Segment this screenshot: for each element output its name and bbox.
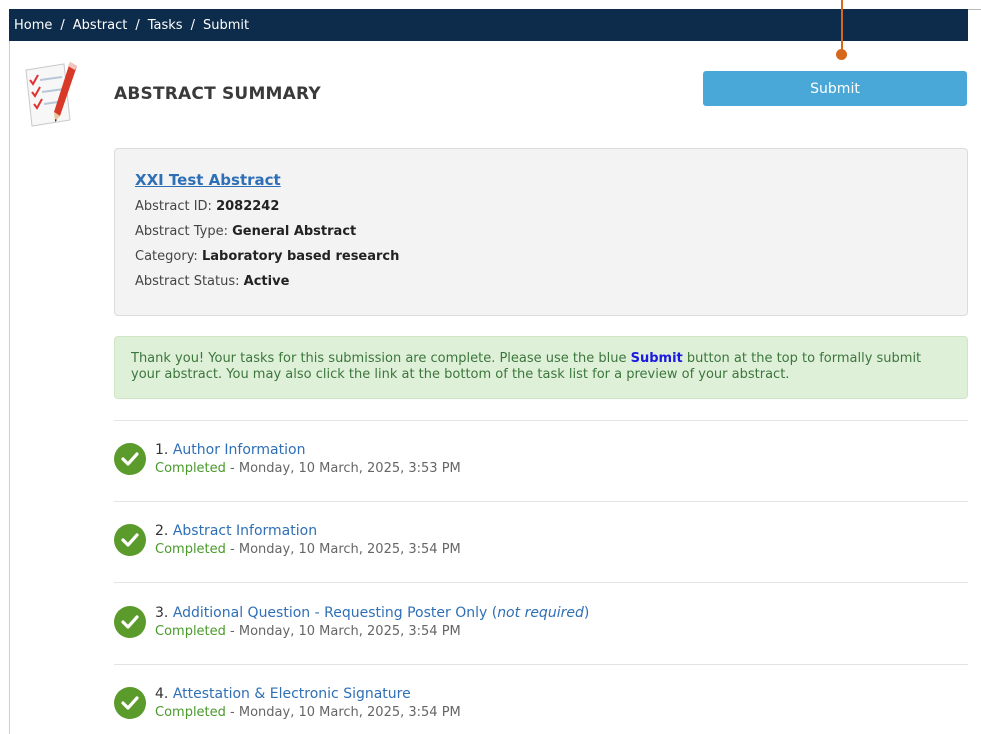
task-divider — [114, 420, 968, 421]
task-timestamp: - Monday, 10 March, 2025, 3:54 PM — [230, 705, 461, 720]
task-title: 1. Author Information — [155, 442, 305, 458]
task-timestamp: - Monday, 10 March, 2025, 3:54 PM — [230, 624, 461, 639]
task-divider — [114, 664, 968, 665]
callout-dot — [836, 49, 847, 60]
task-status: Completed — [155, 542, 226, 557]
abstract-status-label: Abstract Status: — [135, 274, 240, 289]
abstract-type-label: Abstract Type: — [135, 224, 228, 239]
task-status-line: Completed - Monday, 10 March, 2025, 3:54… — [155, 624, 461, 639]
abstract-id-value: 2082242 — [216, 199, 280, 214]
checklist-pencil-icon — [20, 60, 80, 128]
task-status-line: Completed - Monday, 10 March, 2025, 3:54… — [155, 542, 461, 557]
task-title: 3. Additional Question - Requesting Post… — [155, 605, 590, 621]
task-status-line: Completed - Monday, 10 March, 2025, 3:53… — [155, 461, 461, 476]
callout-line — [841, 0, 843, 52]
task-link-attestation-signature[interactable]: Attestation & Electronic Signature — [173, 686, 411, 702]
breadcrumb-separator: / — [60, 17, 65, 33]
submit-button[interactable]: Submit — [703, 71, 967, 106]
breadcrumb: Home / Abstract / Tasks / Submit — [9, 9, 968, 41]
task-item: 2. Abstract Information Completed - Mond… — [114, 523, 968, 563]
breadcrumb-abstract[interactable]: Abstract — [73, 18, 128, 33]
task-item: 3. Additional Question - Requesting Post… — [114, 605, 968, 645]
task-number: 3. — [155, 605, 169, 621]
task-timestamp: - Monday, 10 March, 2025, 3:54 PM — [230, 542, 461, 557]
task-link-additional-question[interactable]: Additional Question - Requesting Poster … — [173, 605, 487, 621]
page-title: ABSTRACT SUMMARY — [114, 84, 321, 104]
notice-text-before: Thank you! Your tasks for this submissio… — [131, 351, 631, 366]
check-circle-icon — [114, 606, 146, 638]
task-status: Completed — [155, 624, 226, 639]
abstract-title-link[interactable]: XXI Test Abstract — [135, 171, 281, 189]
task-status: Completed — [155, 705, 226, 720]
task-divider — [114, 501, 968, 502]
check-circle-icon — [114, 443, 146, 475]
task-not-required-note: not required — [497, 605, 584, 621]
task-title: 2. Abstract Information — [155, 523, 317, 539]
frame-left-border — [9, 9, 10, 734]
category-label: Category: — [135, 249, 198, 264]
breadcrumb-separator: / — [190, 17, 195, 33]
abstract-id-row: Abstract ID: 2082242 — [135, 199, 279, 214]
task-timestamp: - Monday, 10 March, 2025, 3:53 PM — [230, 461, 461, 476]
breadcrumb-separator: / — [135, 17, 140, 33]
abstract-status-row: Abstract Status: Active — [135, 274, 289, 289]
category-row: Category: Laboratory based research — [135, 249, 399, 264]
task-item: 4. Attestation & Electronic Signature Co… — [114, 686, 968, 726]
notice-submit-highlight: Submit — [630, 351, 683, 366]
frame-top-border — [968, 9, 981, 10]
abstract-type-row: Abstract Type: General Abstract — [135, 224, 356, 239]
breadcrumb-submit: Submit — [202, 17, 250, 33]
task-title: 4. Attestation & Electronic Signature — [155, 686, 411, 702]
abstract-type-value: General Abstract — [232, 224, 357, 239]
breadcrumb-tasks[interactable]: Tasks — [148, 18, 183, 33]
abstract-status-value: Active — [243, 274, 290, 289]
completion-notice: Thank you! Your tasks for this submissio… — [114, 336, 968, 399]
category-value: Laboratory based research — [201, 249, 400, 264]
task-number: 2. — [155, 523, 169, 539]
check-circle-icon — [114, 687, 146, 719]
check-circle-icon — [114, 524, 146, 556]
task-number: 4. — [155, 686, 169, 702]
task-divider — [114, 582, 968, 583]
task-status: Completed — [155, 461, 226, 476]
task-item: 1. Author Information Completed - Monday… — [114, 442, 968, 482]
task-link-abstract-information[interactable]: Abstract Information — [173, 523, 317, 539]
task-link-author-information[interactable]: Author Information — [173, 442, 306, 458]
breadcrumb-home[interactable]: Home — [14, 18, 52, 33]
task-number: 1. — [155, 442, 169, 458]
abstract-id-label: Abstract ID: — [135, 199, 212, 214]
task-status-line: Completed - Monday, 10 March, 2025, 3:54… — [155, 705, 461, 720]
abstract-summary-card: XXI Test Abstract Abstract ID: 2082242 A… — [114, 148, 968, 316]
